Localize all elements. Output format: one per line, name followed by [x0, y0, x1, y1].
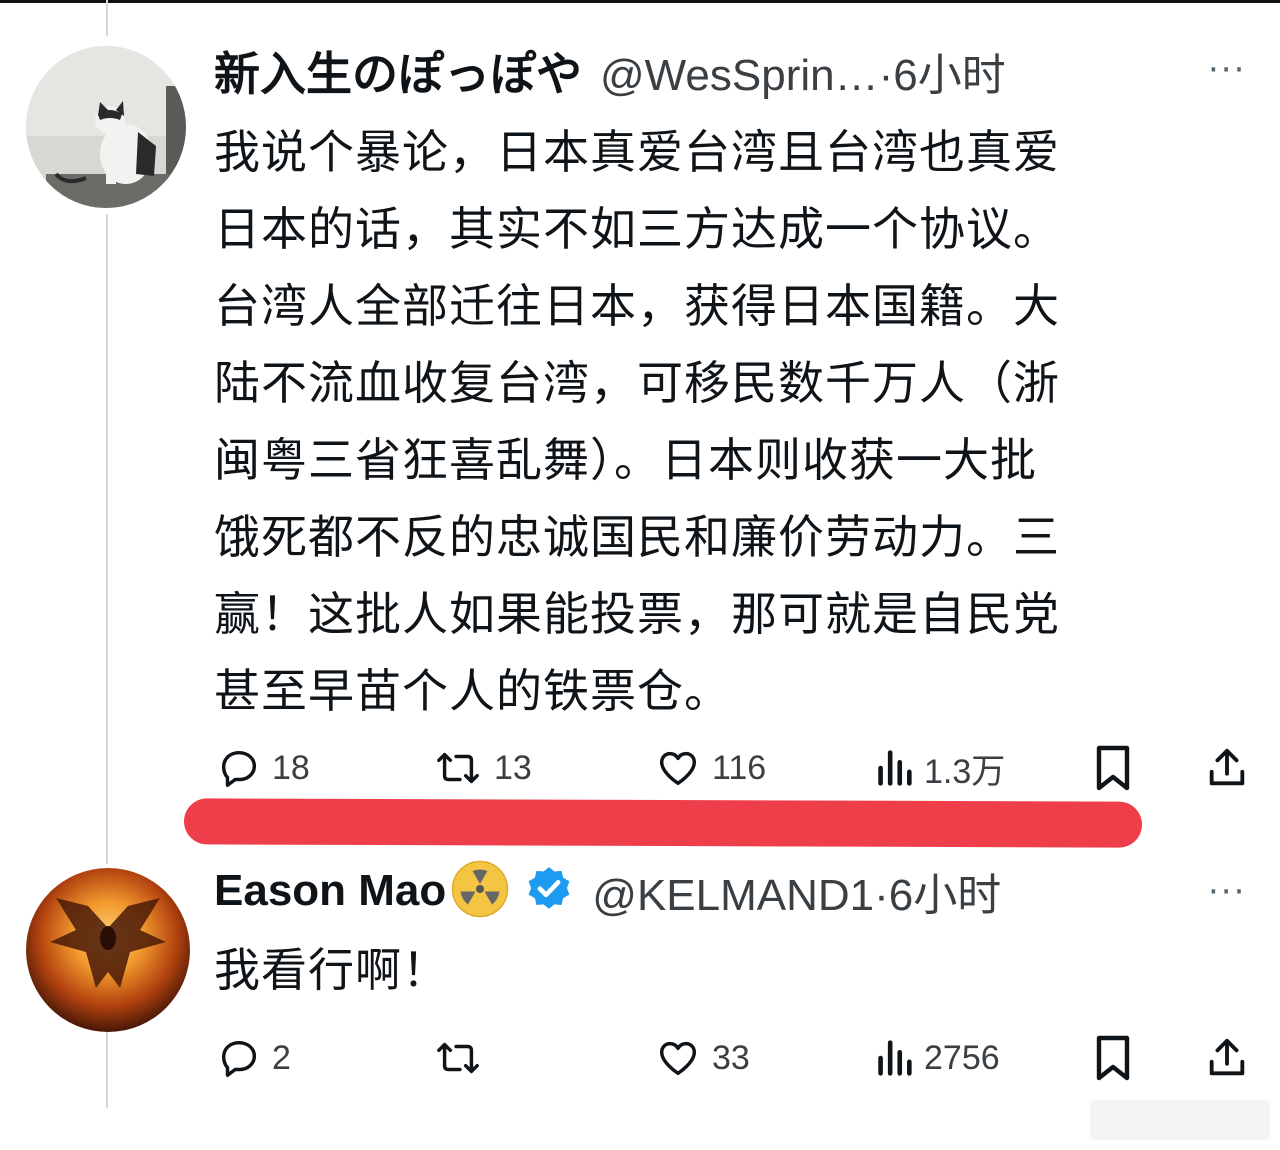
thread-line-connector: [106, 214, 108, 864]
tweet1-body: 我说个暴论，日本真爱台湾且台湾也真爱 日本的话，其实不如三方达成一个协议。 台湾…: [214, 114, 1224, 730]
views-icon: [878, 1040, 912, 1076]
like-button[interactable]: 33: [654, 1034, 750, 1082]
like-icon: [659, 1041, 697, 1076]
tweet1-line: 甚至早苗个人的铁票仓。: [214, 664, 731, 718]
tweet1-line: 饿死都不反的忠诚国民和廉价劳动力。三: [214, 510, 1060, 564]
more-icon[interactable]: ···: [1208, 50, 1246, 90]
views-button[interactable]: 2756: [874, 1034, 1000, 1082]
tweet1-line: 台湾人全部迁往日本，获得日本国籍。大: [214, 279, 1060, 333]
tweet1-handle-time[interactable]: @WesSprin…·6小时: [600, 39, 1006, 103]
reply-count: 2: [272, 1038, 291, 1077]
top-divider: [0, 0, 1280, 3]
retweet-count: 13: [494, 748, 532, 787]
tweet1-display-name[interactable]: 新入生のぽっぽや: [214, 38, 582, 104]
tweet1-line: 日本的话，其实不如三方达成一个协议。: [214, 202, 1060, 256]
views-count: 2756: [924, 1038, 1000, 1077]
tweet2-body: 我看行啊！: [214, 943, 449, 997]
watermark-overlay: [1090, 1100, 1270, 1140]
share-button[interactable]: [1204, 744, 1250, 792]
tweet2-display-name[interactable]: Eason Mao: [214, 866, 446, 916]
retweet-icon: [437, 1042, 479, 1074]
share-icon: [1209, 1038, 1245, 1076]
views-button[interactable]: 1.3万: [874, 744, 1005, 792]
reply-icon: [221, 1040, 257, 1077]
like-count: 33: [712, 1038, 750, 1077]
bookmark-button[interactable]: [1092, 1034, 1134, 1082]
radioactive-icon: [450, 859, 510, 923]
avatar-cat[interactable]: [26, 46, 186, 208]
like-count: 116: [712, 748, 767, 787]
thread-line-top: [106, 0, 108, 36]
tweet2-header: Eason Mao @KELMAND1·6小时: [214, 860, 1001, 922]
share-icon: [1209, 748, 1245, 786]
bookmark-icon: [1096, 745, 1130, 791]
bookmark-icon: [1096, 1035, 1130, 1081]
tweet1-line: 闽粤三省狂喜乱舞）。日本则收获一大批: [214, 433, 1037, 487]
views-count: 1.3万: [924, 752, 1006, 791]
views-icon: [878, 750, 912, 786]
retweet-icon: [437, 752, 479, 784]
reply-icon: [221, 750, 257, 787]
verified-icon: [524, 864, 574, 918]
reply-count: 18: [272, 748, 310, 787]
tweet1-line: 陆不流血收复台湾，可移民数千万人（浙: [214, 356, 1060, 410]
tweet2-actions: 2 33 2756: [214, 1034, 1254, 1082]
red-underline-mark: [183, 798, 1143, 848]
more-icon[interactable]: ···: [1208, 872, 1246, 912]
tweet1-line: 赢！这批人如果能投票，那可就是自民党: [214, 587, 1060, 641]
reply-button[interactable]: 18: [216, 744, 310, 792]
like-icon: [659, 751, 697, 786]
avatar-phoenix[interactable]: [26, 868, 190, 1032]
retweet-button[interactable]: [432, 1034, 494, 1082]
thread-line-bottom: [106, 1032, 108, 1108]
retweet-button[interactable]: 13: [432, 744, 532, 792]
tweet1-header: 新入生のぽっぽや @WesSprin…·6小时: [214, 40, 1006, 102]
tweet1-actions: 18 13 116 1.3万: [214, 744, 1254, 792]
bookmark-button[interactable]: [1092, 744, 1134, 792]
like-button[interactable]: 116: [654, 744, 766, 792]
share-button[interactable]: [1204, 1034, 1250, 1082]
tweet2-handle-time[interactable]: @KELMAND1·6小时: [592, 859, 1001, 923]
tweet1-line: 我说个暴论，日本真爱台湾且台湾也真爱: [214, 125, 1060, 179]
reply-button[interactable]: 2: [216, 1034, 291, 1082]
